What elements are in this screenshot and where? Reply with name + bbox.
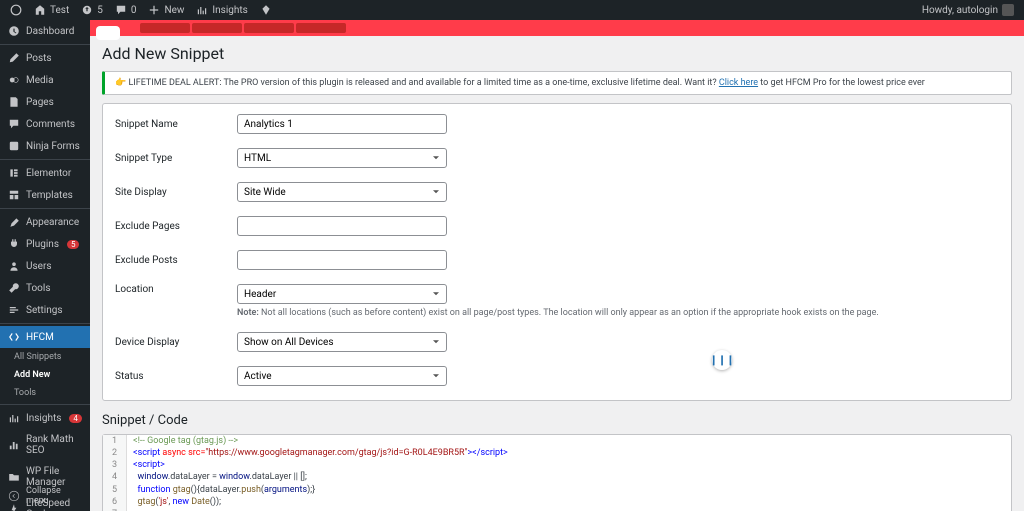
sidebar-item-insights[interactable]: Insights4 [0,407,90,429]
sidebar-item-elementor[interactable]: Elementor [0,162,90,184]
main-content: Add New Snippet 👉 LIFETIME DEAL ALERT: T… [90,20,1024,511]
snippet-type-select[interactable]: HTML [237,148,447,168]
sidebar-item-comments[interactable]: Comments [0,113,90,135]
new-link[interactable]: New [148,4,184,16]
sidebar-item-tools[interactable]: Tools [0,277,90,299]
notice-link[interactable]: Click here [719,78,758,88]
page-title: Add New Snippet [102,44,1012,63]
exclude-pages-input[interactable] [237,216,447,236]
howdy-link[interactable]: Howdy, autologin [922,4,1014,16]
sidebar-item-ninja-forms[interactable]: Ninja Forms [0,135,90,157]
status-select[interactable]: Active [237,366,447,386]
site-display-select[interactable]: Site Wide [237,182,447,202]
insights-badge: 4 [69,414,82,423]
sidebar-sub-all-snippets[interactable]: All Snippets [0,348,90,366]
snippet-type-label: Snippet Type [115,153,237,164]
code-editor[interactable]: 1<!-- Google tag (gtag.js) --> 2<script … [102,434,1012,511]
sidebar-sub-tools[interactable]: Tools [0,384,90,402]
status-label: Status [115,371,237,382]
device-display-select[interactable]: Show on All Devices [237,332,447,352]
diamond-icon[interactable] [260,4,272,16]
snippet-name-label: Snippet Name [115,119,237,130]
sidebar-item-media[interactable]: Media [0,69,90,91]
sidebar-item-users[interactable]: Users [0,255,90,277]
sidebar-item-settings[interactable]: Settings [0,299,90,321]
location-select[interactable]: Header [237,284,447,304]
plugin-header [90,20,1024,36]
admin-sidebar: Dashboard Posts Media Pages Comments Nin… [0,20,90,511]
location-label: Location [115,284,237,295]
code-section-title: Snippet / Code [102,413,1012,428]
site-display-label: Site Display [115,187,237,198]
location-note: Note: Not all locations (such as before … [237,308,999,318]
collapse-menu[interactable]: Collapse menu [0,481,90,511]
floating-action-icon[interactable]: ❙❙❙ [712,350,732,370]
sidebar-item-posts[interactable]: Posts [0,47,90,69]
exclude-pages-label: Exclude Pages [115,221,237,232]
sidebar-item-templates[interactable]: Templates [0,184,90,206]
exclude-posts-label: Exclude Posts [115,255,237,266]
plugins-badge: 5 [67,240,80,249]
sidebar-item-rankmath[interactable]: Rank Math SEO [0,429,90,461]
lifetime-deal-notice: 👉 LIFETIME DEAL ALERT: The PRO version o… [102,71,1012,95]
sidebar-item-appearance[interactable]: Appearance [0,211,90,233]
sidebar-item-plugins[interactable]: Plugins5 [0,233,90,255]
snippet-form: Snippet Name Snippet Type HTML Site Disp… [102,103,1012,401]
site-link[interactable]: Test [34,4,69,16]
updates-link[interactable]: 5 [81,4,103,16]
comments-link[interactable]: 0 [115,4,137,16]
wp-logo-icon[interactable] [10,4,22,16]
avatar [1002,4,1014,16]
admin-bar: Test 5 0 New Insights Howdy, autologin [0,0,1024,20]
sidebar-item-hfcm[interactable]: HFCM [0,326,90,348]
sidebar-item-pages[interactable]: Pages [0,91,90,113]
sidebar-item-dashboard[interactable]: Dashboard [0,20,90,42]
snippet-name-input[interactable] [237,114,447,134]
device-display-label: Device Display [115,337,237,348]
exclude-posts-input[interactable] [237,250,447,270]
sidebar-sub-add-new[interactable]: Add New [0,366,90,384]
insights-link[interactable]: Insights [196,4,247,16]
